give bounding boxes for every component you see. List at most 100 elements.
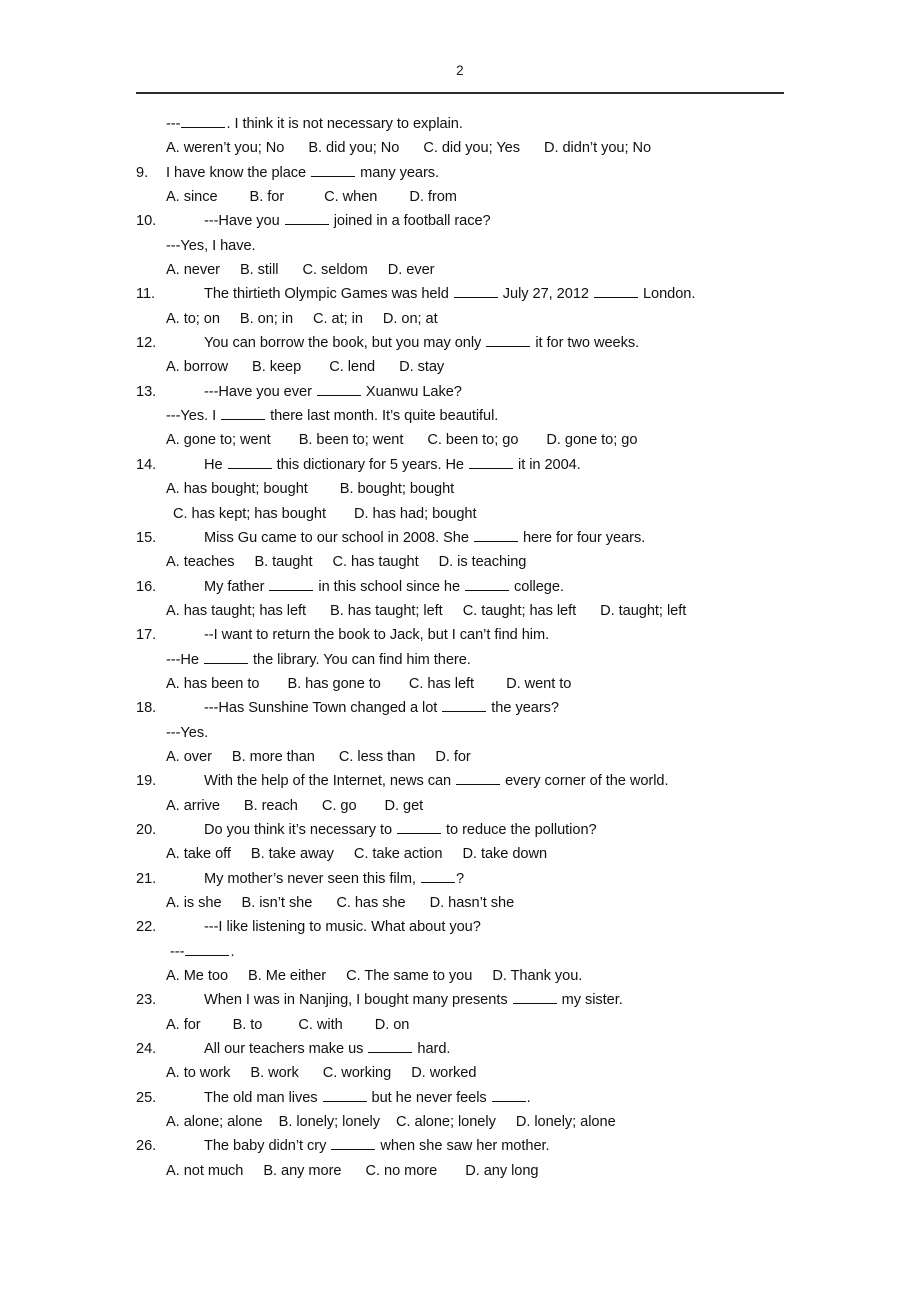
question-text: The baby didn’t cry when she saw her mot… — [204, 1137, 550, 1155]
question-options[interactable]: A. arrive B. reach C. go D. get — [136, 794, 836, 818]
answer-blank[interactable] — [469, 455, 514, 469]
question-text: I have know the place many years. — [166, 163, 440, 181]
question-text: You can borrow the book, but you may onl… — [204, 334, 640, 352]
question-options[interactable]: A. over B. more than C. less than D. for — [136, 745, 836, 769]
answer-blank[interactable] — [204, 650, 248, 664]
question-stem: 24. All our teachers make us hard. — [136, 1037, 836, 1061]
question-stem: 23. When I was in Nanjing, I bought many … — [136, 988, 836, 1012]
page-number: 2 — [456, 63, 464, 78]
question-stem: 18. ---Has Sunshine Town changed a lot th… — [136, 696, 836, 720]
question-options[interactable]: A. take off B. take away C. take action … — [136, 842, 836, 866]
question-stem: 21. My mother’s never seen this film, ? — [136, 867, 836, 891]
question-stem: 13. ---Have you ever Xuanwu Lake? — [136, 380, 836, 404]
answer-blank[interactable] — [473, 528, 518, 542]
question-options[interactable]: A. teaches B. taught C. has taught D. is… — [136, 550, 836, 574]
question-options[interactable]: A. weren’t you; No B. did you; No C. did… — [136, 136, 836, 160]
question-stem: 10. ---Have you joined in a football race… — [136, 209, 836, 233]
question-dialogue-line: ---. — [170, 942, 235, 960]
question-options[interactable]: A. never B. still C. seldom D. ever — [136, 258, 836, 282]
question-options[interactable]: A. has been to B. has gone to C. has lef… — [136, 672, 836, 696]
question-number: 18. — [136, 700, 157, 717]
question-options[interactable]: A. alone; alone B. lonely; lonely C. alo… — [136, 1110, 836, 1134]
question-number: 21. — [136, 870, 157, 887]
question-options[interactable]: A. to; on B. on; in C. at; in D. on; at — [136, 307, 836, 331]
question-number: 17. — [136, 627, 157, 644]
question-text: When I was in Nanjing, I bought many pre… — [204, 991, 623, 1009]
question-text: My mother’s never seen this film, ? — [204, 869, 465, 887]
question-options[interactable]: A. Me too B. Me either C. The same to yo… — [136, 964, 836, 988]
question-number: 10. — [136, 213, 157, 230]
question-list: ---. I think it is not necessary to expl… — [136, 112, 836, 1183]
question-stem: 22. ---I like listening to music. What ab… — [136, 915, 836, 939]
question-stem: 26. The baby didn’t cry when she saw her … — [136, 1134, 836, 1158]
answer-blank[interactable] — [185, 942, 230, 956]
question-text: ---I like listening to music. What about… — [204, 919, 481, 936]
answer-blank[interactable] — [593, 285, 638, 299]
question-options[interactable]: C. has kept; has bought D. has had; boug… — [136, 502, 836, 526]
question-number: 19. — [136, 773, 157, 790]
question-text: The old man lives but he never feels . — [204, 1088, 531, 1106]
question-number: 25. — [136, 1089, 157, 1106]
question-stem: ---. I think it is not necessary to expl… — [136, 112, 836, 136]
question-stem: 25. The old man lives but he never feels … — [136, 1086, 836, 1110]
question-options[interactable]: A. since B. for C. when D. from — [136, 185, 836, 209]
question-options[interactable]: A. not much B. any more C. no more D. an… — [136, 1159, 836, 1183]
answer-blank[interactable] — [453, 285, 498, 299]
question-text: ---Have you joined in a football race? — [204, 212, 491, 230]
answer-blank[interactable] — [311, 163, 356, 177]
question-text: ---Have you ever Xuanwu Lake? — [204, 382, 462, 400]
page-header: 2 — [136, 62, 784, 102]
question-text: He this dictionary for 5 years. He it in… — [204, 455, 581, 473]
question-options[interactable]: A. to work B. work C. working D. worked — [136, 1061, 836, 1085]
answer-blank[interactable] — [284, 212, 329, 226]
question-options[interactable]: A. is she B. isn’t she C. has she D. has… — [136, 891, 836, 915]
question-text: Miss Gu came to our school in 2008. She … — [204, 528, 646, 546]
question-number: 26. — [136, 1138, 157, 1155]
question-options[interactable]: A. borrow B. keep C. lend D. stay — [136, 355, 836, 379]
question-number: 20. — [136, 821, 157, 838]
question-text: My father in this school since he colleg… — [204, 577, 564, 595]
question-text: All our teachers make us hard. — [204, 1040, 451, 1058]
question-stem: 19. With the help of the Internet, news c… — [136, 769, 836, 793]
question-options[interactable]: A. for B. to C. with D. on — [136, 1013, 836, 1037]
answer-blank[interactable] — [368, 1040, 413, 1054]
question-dialogue-line: ---He the library. You can find him ther… — [166, 650, 471, 668]
question-text: ---. I think it is not necessary to expl… — [166, 116, 463, 132]
answer-blank[interactable] — [227, 455, 272, 469]
answer-blank[interactable] — [397, 821, 442, 834]
question-number: 13. — [136, 383, 157, 400]
question-number: 16. — [136, 578, 157, 595]
question-number: 15. — [136, 529, 157, 546]
question-text: With the help of the Internet, news can … — [204, 772, 669, 790]
answer-blank[interactable] — [465, 577, 510, 591]
answer-blank[interactable] — [181, 115, 226, 128]
question-number: 9. — [136, 164, 149, 181]
answer-blank[interactable] — [486, 334, 531, 348]
question-text: Do you think it’s necessary to to reduce… — [204, 821, 597, 838]
question-stem: 14. He this dictionary for 5 years. He it… — [136, 453, 836, 477]
answer-blank[interactable] — [221, 407, 266, 421]
answer-blank[interactable] — [491, 1088, 526, 1102]
answer-blank[interactable] — [442, 699, 487, 713]
question-stem: 9. I have know the place many years. — [136, 161, 836, 185]
question-stem: 20. Do you think it’s necessary to to red… — [136, 818, 836, 842]
question-options[interactable]: A. gone to; went B. been to; went C. bee… — [136, 428, 836, 452]
header-divider — [136, 92, 784, 94]
question-options[interactable]: A. has bought; bought B. bought; bought — [136, 477, 836, 501]
answer-blank[interactable] — [456, 772, 501, 786]
question-stem: 11. The thirtieth Olympic Games was held … — [136, 282, 836, 306]
answer-blank[interactable] — [322, 1088, 367, 1102]
question-stem: 17. --I want to return the book to Jack, … — [136, 623, 836, 647]
question-number: 12. — [136, 335, 157, 352]
question-number: 23. — [136, 992, 157, 1009]
answer-blank[interactable] — [331, 1137, 376, 1151]
answer-blank[interactable] — [316, 382, 361, 396]
question-number: 24. — [136, 1041, 157, 1058]
question-stem: 12. You can borrow the book, but you may … — [136, 331, 836, 355]
question-options[interactable]: A. has taught; has left B. has taught; l… — [136, 599, 836, 623]
answer-blank[interactable] — [512, 991, 557, 1005]
question-text: The thirtieth Olympic Games was held Jul… — [204, 285, 696, 303]
answer-blank[interactable] — [269, 577, 314, 591]
question-stem: 15. Miss Gu came to our school in 2008. S… — [136, 526, 836, 550]
answer-blank[interactable] — [420, 869, 455, 883]
